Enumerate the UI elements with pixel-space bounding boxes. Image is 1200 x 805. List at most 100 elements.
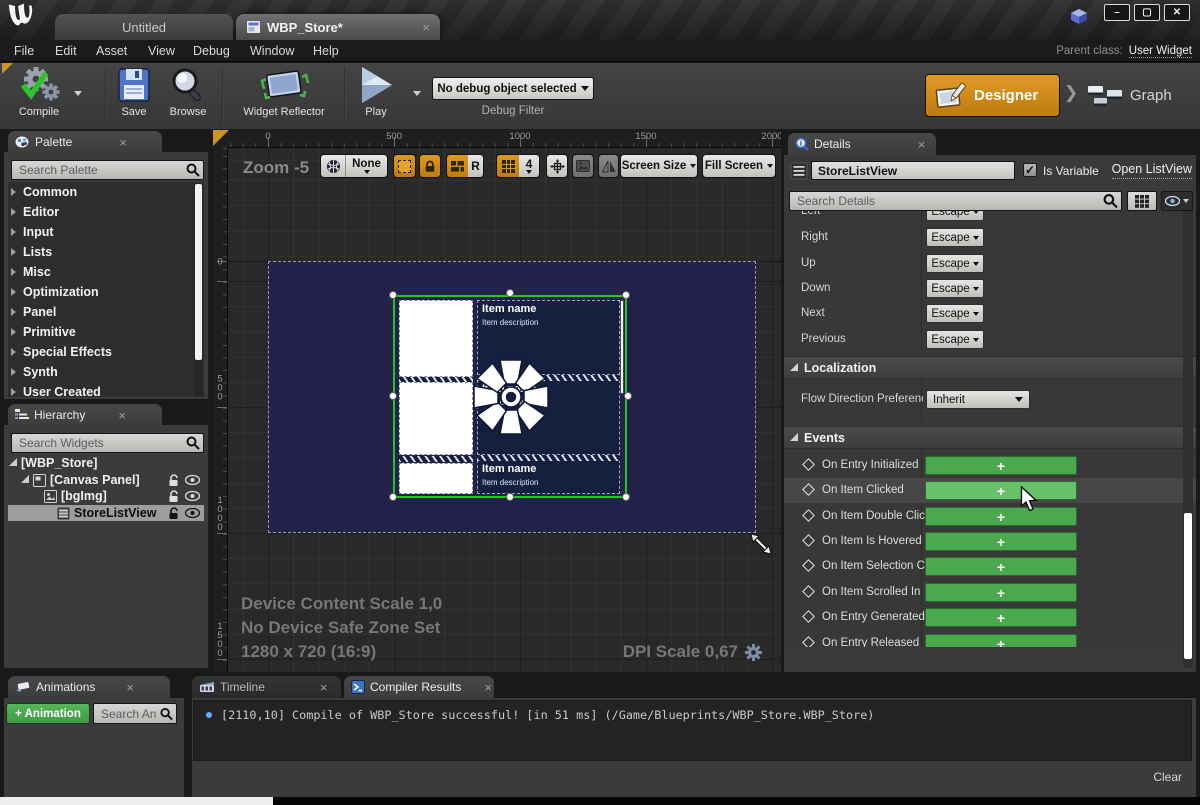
lock-open-icon[interactable] xyxy=(168,507,180,520)
palette-tab[interactable]: Palette xyxy=(8,131,162,153)
eye-icon[interactable] xyxy=(185,491,200,501)
resize-handle[interactable] xyxy=(389,291,397,299)
timeline-tab[interactable]: Timeline xyxy=(192,676,341,698)
tree-row-canvas-panel[interactable]: [Canvas Panel] xyxy=(8,472,204,488)
resize-handle[interactable] xyxy=(622,493,630,501)
grid-snap-group[interactable]: 4 xyxy=(496,154,540,178)
palette-category-common[interactable]: Common xyxy=(8,182,204,202)
preview-language-dropdown[interactable]: None xyxy=(346,155,387,177)
play-options-caret[interactable] xyxy=(413,91,421,96)
add-animation-button[interactable]: + Animation xyxy=(6,703,90,724)
designer-viewport[interactable]: 0 500 1000 1500 2000 0 5 0 0 1 0 0 0 1 5… xyxy=(213,130,781,672)
tab-wbp-store[interactable]: WBP_Store* xyxy=(236,14,440,40)
eye-icon[interactable] xyxy=(185,508,200,518)
preview-background-button[interactable] xyxy=(572,154,594,178)
next-nav-dropdown[interactable]: Escape xyxy=(926,304,984,323)
close-icon[interactable] xyxy=(918,138,926,151)
parent-class-value[interactable]: User Widget xyxy=(1129,45,1192,58)
property-matrix-button[interactable] xyxy=(1127,191,1157,211)
add-event-button[interactable]: + xyxy=(925,532,1077,551)
eye-icon[interactable] xyxy=(185,475,200,485)
debug-filter-dropdown[interactable]: No debug object selected xyxy=(432,77,594,100)
close-button[interactable]: ✕ xyxy=(1164,4,1190,21)
view-options-button[interactable] xyxy=(1161,191,1193,211)
tree-row-bgimg[interactable]: [bgImg] xyxy=(8,488,204,504)
play-button[interactable]: Play xyxy=(352,65,400,127)
events-section-header[interactable]: Events xyxy=(784,426,1196,449)
compile-button[interactable]: Compile xyxy=(8,65,70,127)
screen-size-dropdown[interactable]: Screen Size xyxy=(620,154,698,178)
localization-preview-group[interactable]: None xyxy=(320,154,388,178)
hierarchy-search-input[interactable] xyxy=(11,433,204,453)
palette-category-synth[interactable]: Synth xyxy=(8,362,204,382)
graph-mode-button[interactable]: Graph xyxy=(1082,74,1176,117)
palette-category-input[interactable]: Input xyxy=(8,222,204,242)
palette-category-lists[interactable]: Lists xyxy=(8,242,204,262)
menu-help[interactable]: Help xyxy=(313,40,339,62)
close-icon[interactable] xyxy=(320,681,328,694)
close-icon[interactable] xyxy=(422,21,430,34)
minimize-button[interactable]: – xyxy=(1104,4,1130,21)
localization-section-header[interactable]: Localization xyxy=(784,356,1196,379)
menu-view[interactable]: View xyxy=(148,40,175,62)
animations-tab[interactable]: Animations xyxy=(8,676,170,698)
resize-handle[interactable] xyxy=(622,291,630,299)
flow-direction-dropdown[interactable]: Inherit xyxy=(926,390,1030,409)
resize-handle[interactable] xyxy=(624,392,632,400)
open-listview-link[interactable]: Open ListView xyxy=(1112,162,1192,179)
add-event-button[interactable]: + xyxy=(925,583,1077,602)
palette-category-user-created[interactable]: User Created xyxy=(8,382,204,397)
palette-category-special-effects[interactable]: Special Effects xyxy=(8,342,204,362)
palette-category-primitive[interactable]: Primitive xyxy=(8,322,204,342)
add-event-button[interactable]: + xyxy=(925,608,1077,627)
is-variable-checkbox[interactable]: ✓ xyxy=(1023,163,1037,177)
dashed-outline-toggle[interactable] xyxy=(393,154,416,178)
add-event-button[interactable]: + xyxy=(925,507,1077,526)
respect-locks-group[interactable]: R xyxy=(446,154,484,178)
maximize-button[interactable]: ▢ xyxy=(1134,4,1160,21)
palette-search-input[interactable] xyxy=(11,160,204,180)
resize-handle[interactable] xyxy=(389,392,397,400)
resize-handle[interactable] xyxy=(506,493,514,501)
browse-button[interactable]: Browse xyxy=(160,65,216,127)
transform-mode-button[interactable] xyxy=(546,154,568,178)
canvas-resize-arrow-icon[interactable] xyxy=(749,532,773,556)
tree-row-wbp-store[interactable]: [WBP_Store] xyxy=(8,455,204,471)
menu-debug[interactable]: Debug xyxy=(193,40,230,62)
flip-preview-button[interactable] xyxy=(598,154,619,178)
compiler-log[interactable]: [2110,10] Compile of WBP_Store successfu… xyxy=(193,700,1192,761)
down-nav-dropdown[interactable]: Escape xyxy=(926,279,984,298)
close-icon[interactable] xyxy=(126,681,134,694)
designer-mode-button[interactable]: Designer xyxy=(925,74,1060,117)
palette-category-optimization[interactable]: Optimization xyxy=(8,282,204,302)
menu-asset[interactable]: Asset xyxy=(96,40,127,62)
add-event-button[interactable]: + xyxy=(925,481,1077,500)
grid-size-dropdown[interactable]: 4 xyxy=(519,155,539,177)
resize-handle[interactable] xyxy=(389,493,397,501)
add-event-button[interactable]: + xyxy=(925,557,1077,576)
up-nav-dropdown[interactable]: Escape xyxy=(926,254,984,273)
details-search-input[interactable] xyxy=(789,191,1122,211)
menu-window[interactable]: Window xyxy=(250,40,294,62)
r-button[interactable]: R xyxy=(468,155,483,177)
dpi-settings-gear-icon[interactable] xyxy=(745,644,762,661)
palette-category-misc[interactable]: Misc xyxy=(8,262,204,282)
lock-open-icon[interactable] xyxy=(168,490,180,503)
tree-row-storelistview[interactable]: StoreListView xyxy=(8,505,204,521)
previous-nav-dropdown[interactable]: Escape xyxy=(926,330,984,349)
tab-untitled[interactable]: Untitled xyxy=(55,14,233,40)
palette-category-editor[interactable]: Editor xyxy=(8,202,204,222)
details-scrollbar[interactable] xyxy=(1183,211,1193,668)
fill-screen-dropdown[interactable]: Fill Screen xyxy=(702,154,776,178)
lock-preview-toggle[interactable] xyxy=(419,154,441,178)
clear-log-button[interactable]: Clear xyxy=(1153,770,1182,784)
compiler-results-tab[interactable]: Compiler Results xyxy=(344,676,494,698)
add-event-button[interactable]: + xyxy=(925,456,1077,475)
widget-reflector-button[interactable]: Widget Reflector xyxy=(232,65,336,127)
close-icon[interactable] xyxy=(484,681,492,694)
save-button[interactable]: Save xyxy=(110,65,158,127)
lock-open-icon[interactable] xyxy=(168,474,180,487)
close-icon[interactable] xyxy=(119,136,127,149)
palette-category-panel[interactable]: Panel xyxy=(8,302,204,322)
close-icon[interactable] xyxy=(118,409,126,422)
